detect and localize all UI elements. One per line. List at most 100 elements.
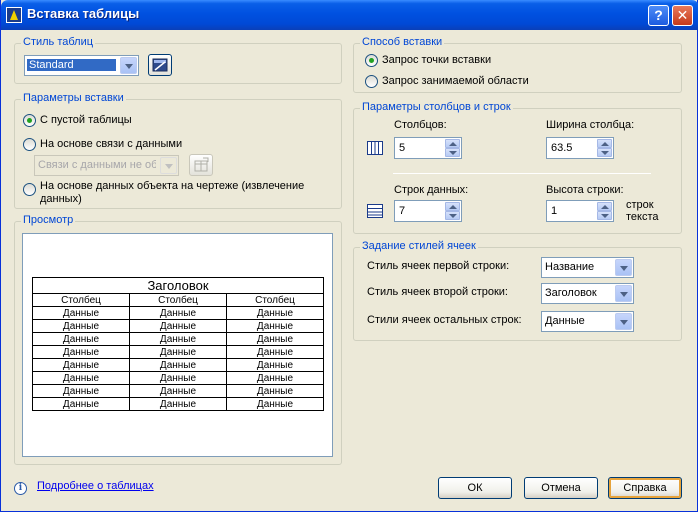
preview-header-cell: Столбец bbox=[226, 293, 324, 307]
spin-down-icon[interactable] bbox=[445, 148, 460, 157]
preview-data-cell: Данные bbox=[226, 358, 324, 372]
preview-label: Просмотр bbox=[21, 214, 76, 226]
preview-table-title: Заголовок bbox=[32, 277, 324, 294]
data-link-icon bbox=[194, 157, 209, 172]
radio-dot[interactable] bbox=[365, 75, 378, 88]
close-icon: ✕ bbox=[676, 7, 689, 23]
data-link-value: Связи с данными не обн bbox=[38, 159, 156, 171]
insert-method-label: Способ вставки bbox=[360, 36, 445, 48]
cancel-button[interactable]: Отмена bbox=[524, 477, 598, 499]
first-row-style-label: Стиль ячеек первой строки: bbox=[367, 260, 510, 272]
table-style-select[interactable]: Standard bbox=[24, 55, 139, 76]
preview-data-row: Данные Данные Данные bbox=[32, 332, 324, 346]
chevron-down-icon[interactable] bbox=[615, 259, 632, 276]
spin-up-icon[interactable] bbox=[597, 202, 612, 211]
columns-stepper[interactable]: 5 bbox=[394, 137, 462, 159]
preview-header-row: Столбец Столбец Столбец bbox=[32, 293, 324, 307]
help-title-button[interactable]: ? bbox=[648, 5, 669, 26]
preview-data-row: Данные Данные Данные bbox=[32, 371, 324, 385]
preview-data-cell: Данные bbox=[226, 397, 324, 411]
row-height-unit-line2: текста bbox=[626, 211, 659, 223]
column-width-stepper[interactable]: 63.5 bbox=[546, 137, 614, 159]
table-style-label: Стиль таблиц bbox=[21, 36, 96, 48]
close-button[interactable]: ✕ bbox=[672, 5, 693, 26]
preview-data-cell: Данные bbox=[226, 371, 324, 385]
window-title: Вставка таблицы bbox=[27, 6, 140, 21]
ok-button[interactable]: ОК bbox=[438, 477, 512, 499]
radio-data-extraction-label: На основе данных объекта на чертеже (изв… bbox=[40, 180, 340, 206]
preview-data-cell: Данные bbox=[32, 306, 130, 320]
preview-data-cell: Данные bbox=[226, 384, 324, 398]
column-width-value[interactable]: 63.5 bbox=[551, 142, 572, 154]
preview-data-cell: Данные bbox=[226, 306, 324, 320]
help-button[interactable]: Справка bbox=[608, 477, 682, 499]
first-row-style-value: Название bbox=[545, 261, 595, 273]
spin-down-icon[interactable] bbox=[597, 211, 612, 220]
row-height-unit-line1: строк bbox=[626, 199, 654, 211]
preview-data-cell: Данные bbox=[129, 384, 227, 398]
preview-data-row: Данные Данные Данные bbox=[32, 345, 324, 359]
spin-up-icon[interactable] bbox=[445, 202, 460, 211]
radio-data-link-label: На основе связи с данными bbox=[40, 138, 183, 150]
other-rows-style-select[interactable]: Данные bbox=[541, 311, 634, 332]
preview-data-cell: Данные bbox=[226, 345, 324, 359]
columns-icon bbox=[367, 141, 383, 155]
tables-help-link[interactable]: Подробнее о таблицах bbox=[37, 480, 154, 492]
preview-data-cell: Данные bbox=[32, 319, 130, 333]
radio-dot[interactable] bbox=[23, 138, 36, 151]
preview-data-cell: Данные bbox=[226, 332, 324, 346]
spin-down-icon[interactable] bbox=[597, 148, 612, 157]
table-style-dialog-button[interactable] bbox=[148, 54, 172, 76]
divider bbox=[393, 173, 651, 174]
second-row-style-value: Заголовок bbox=[545, 287, 597, 299]
row-height-value[interactable]: 1 bbox=[551, 205, 557, 217]
preview-data-cell: Данные bbox=[129, 345, 227, 359]
chevron-down-icon[interactable] bbox=[160, 157, 177, 174]
preview-data-cell: Данные bbox=[129, 371, 227, 385]
preview-pane: Заголовок Столбец Столбец Столбец Данные… bbox=[22, 233, 333, 457]
preview-data-cell: Данные bbox=[129, 358, 227, 372]
preview-header-cell: Столбец bbox=[129, 293, 227, 307]
radio-insert-window-label: Запрос занимаемой области bbox=[382, 75, 529, 87]
insert-params-label: Параметры вставки bbox=[21, 92, 126, 104]
spin-up-icon[interactable] bbox=[597, 139, 612, 148]
data-rows-label: Строк данных: bbox=[394, 184, 469, 196]
radio-dot[interactable] bbox=[365, 54, 378, 67]
spin-up-icon[interactable] bbox=[445, 139, 460, 148]
table-style-edit-icon bbox=[152, 58, 168, 72]
table-style-value: Standard bbox=[27, 59, 116, 71]
columns-value[interactable]: 5 bbox=[399, 142, 405, 154]
chevron-down-icon[interactable] bbox=[120, 57, 137, 74]
radio-data-extraction-text: На основе данных объекта на чертеже (изв… bbox=[40, 180, 305, 205]
radio-dot[interactable] bbox=[23, 114, 36, 127]
row-height-stepper[interactable]: 1 bbox=[546, 200, 614, 222]
preview-data-row: Данные Данные Данные bbox=[32, 358, 324, 372]
title-bar[interactable]: Вставка таблицы ? ✕ bbox=[1, 0, 698, 30]
data-rows-value[interactable]: 7 bbox=[399, 205, 405, 217]
question-icon: ? bbox=[654, 7, 663, 23]
row-height-label: Высота строки: bbox=[546, 184, 624, 196]
rows-icon bbox=[367, 204, 383, 218]
preview-data-row: Данные Данные Данные bbox=[32, 306, 324, 320]
spin-down-icon[interactable] bbox=[445, 211, 460, 220]
preview-rows: Данные Данные Данные Данные Данные Данные Данн… bbox=[32, 306, 324, 411]
info-icon: i bbox=[14, 482, 27, 495]
other-rows-style-value: Данные bbox=[545, 315, 585, 327]
data-link-select[interactable]: Связи с данными не обн bbox=[34, 155, 179, 176]
second-row-style-select[interactable]: Заголовок bbox=[541, 283, 634, 304]
radio-dot[interactable] bbox=[23, 183, 36, 196]
chevron-down-icon[interactable] bbox=[615, 313, 632, 330]
preview-data-cell: Данные bbox=[32, 397, 130, 411]
data-rows-stepper[interactable]: 7 bbox=[394, 200, 462, 222]
first-row-style-select[interactable]: Название bbox=[541, 257, 634, 278]
preview-data-row: Данные Данные Данные bbox=[32, 384, 324, 398]
chevron-down-icon[interactable] bbox=[615, 285, 632, 302]
preview-data-cell: Данные bbox=[32, 332, 130, 346]
preview-data-cell: Данные bbox=[32, 358, 130, 372]
other-rows-style-label: Стили ячеек остальных строк: bbox=[367, 314, 522, 326]
columns-rows-label: Параметры столбцов и строк bbox=[360, 101, 513, 113]
app-icon bbox=[6, 7, 22, 23]
data-link-manager-button[interactable] bbox=[189, 154, 213, 176]
preview-data-cell: Данные bbox=[129, 332, 227, 346]
cell-styles-label: Задание стилей ячеек bbox=[360, 240, 478, 252]
